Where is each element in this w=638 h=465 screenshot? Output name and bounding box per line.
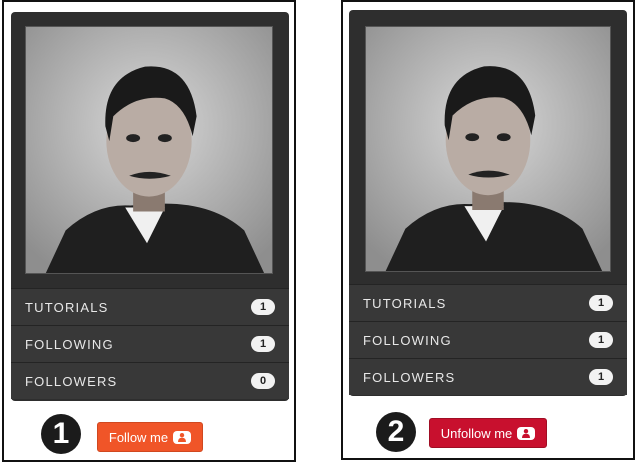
user-icon: [517, 426, 536, 440]
count-badge: 1: [589, 369, 613, 385]
stat-row-tutorials[interactable]: TUTORIALS 1: [349, 284, 627, 321]
stat-label: TUTORIALS: [25, 300, 109, 315]
stat-label: FOLLOWERS: [25, 374, 118, 389]
profile-photo: [365, 26, 611, 272]
stat-label: FOLLOWING: [25, 337, 114, 352]
count-badge: 0: [251, 373, 275, 389]
count-badge: 1: [251, 336, 275, 352]
stats-list: TUTORIALS 1 FOLLOWING 1 FOLLOWERS 1: [349, 284, 627, 395]
stat-row-followers[interactable]: FOLLOWERS 1: [349, 358, 627, 395]
profile-card: TUTORIALS 1 FOLLOWING 1 FOLLOWERS 0: [11, 12, 289, 401]
profile-card: TUTORIALS 1 FOLLOWING 1 FOLLOWERS 1: [349, 10, 627, 396]
profile-panel-after: TUTORIALS 1 FOLLOWING 1 FOLLOWERS 1 2 Un…: [341, 0, 635, 460]
profile-photo: [25, 26, 273, 274]
stat-label: TUTORIALS: [363, 296, 447, 311]
count-badge: 1: [251, 299, 275, 315]
stat-label: FOLLOWERS: [363, 370, 456, 385]
stat-row-following[interactable]: FOLLOWING 1: [11, 325, 289, 362]
user-icon: [173, 430, 192, 444]
stat-row-followers[interactable]: FOLLOWERS 0: [11, 362, 289, 399]
follow-button[interactable]: Follow me: [97, 422, 203, 452]
profile-panel-before: TUTORIALS 1 FOLLOWING 1 FOLLOWERS 0 1 Fo…: [2, 0, 296, 462]
stat-row-following[interactable]: FOLLOWING 1: [349, 321, 627, 358]
count-badge: 1: [589, 295, 613, 311]
stats-list: TUTORIALS 1 FOLLOWING 1 FOLLOWERS 0: [11, 288, 289, 399]
unfollow-button[interactable]: Unfollow me: [429, 418, 547, 448]
button-label: Unfollow me: [440, 425, 513, 441]
stat-label: FOLLOWING: [363, 333, 452, 348]
step-number-badge: 2: [376, 412, 416, 452]
button-label: Follow me: [108, 429, 169, 445]
stat-row-tutorials[interactable]: TUTORIALS 1: [11, 288, 289, 325]
count-badge: 1: [589, 332, 613, 348]
step-number-badge: 1: [41, 414, 81, 454]
